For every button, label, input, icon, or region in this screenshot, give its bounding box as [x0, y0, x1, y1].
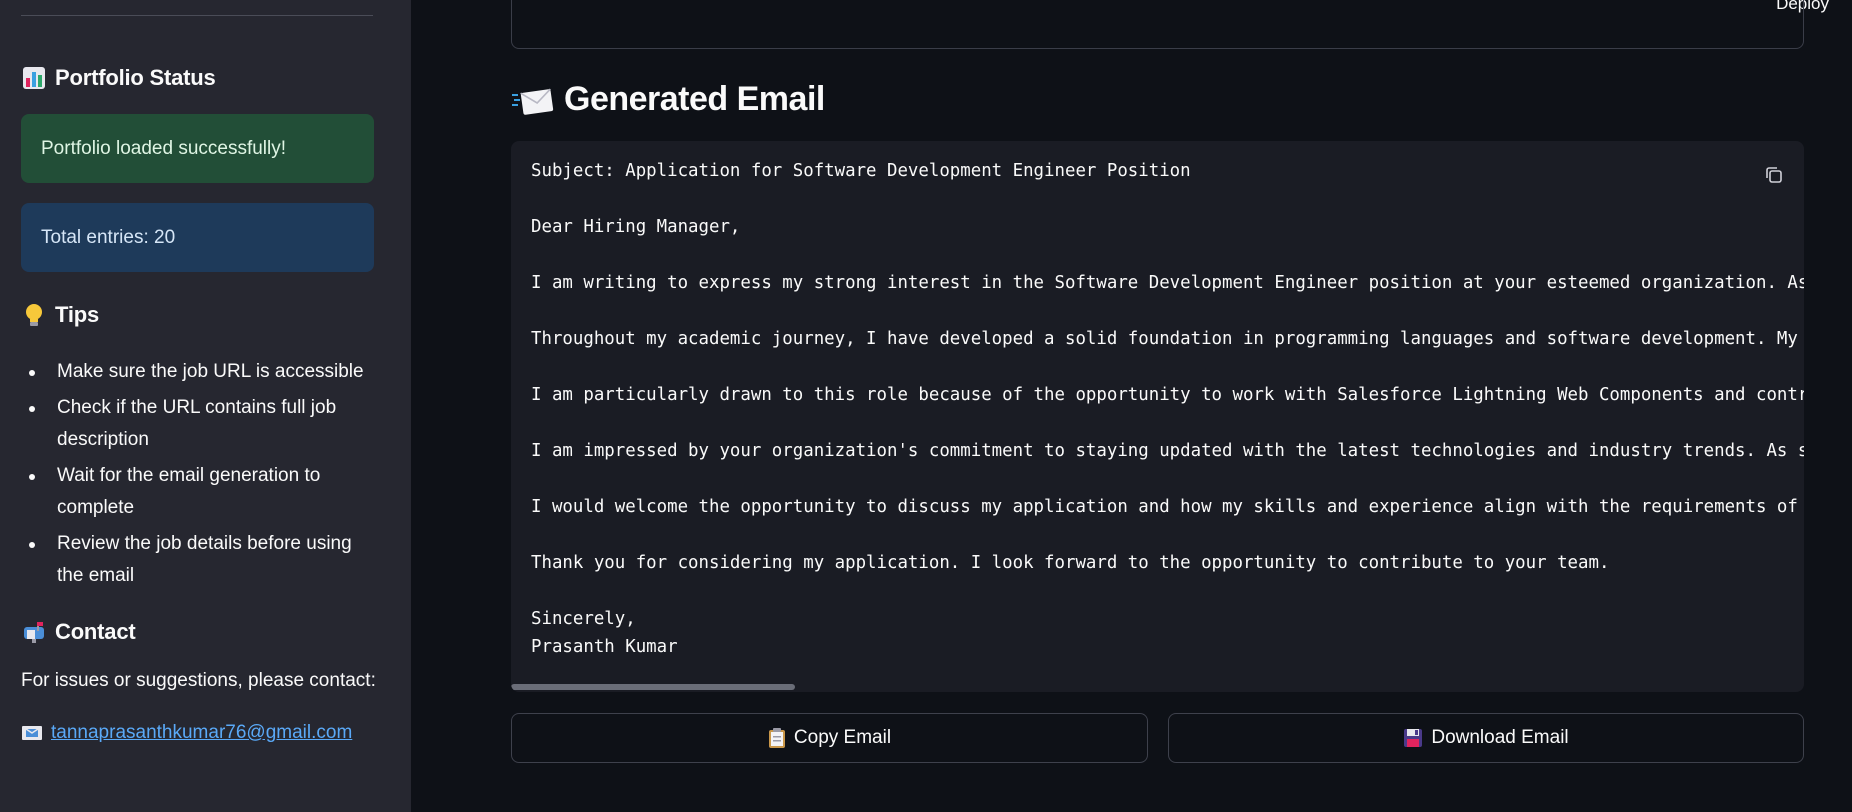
tips-heading: Tips: [21, 302, 99, 328]
total-entries: Total entries: 20: [41, 226, 176, 248]
email-code-block[interactable]: Subject: Application for Software Develo…: [511, 141, 1804, 692]
sidebar-divider: [21, 15, 373, 16]
portfolio-status-label: Portfolio Status: [55, 65, 216, 90]
info-alert: Total entries: 20: [21, 203, 374, 272]
contact-email-row: tannaprasanthkumar76@gmail.com: [21, 722, 352, 744]
contact-heading: Contact: [21, 619, 136, 645]
tips-list: Make sure the job URL is accessible Chec…: [21, 356, 373, 596]
envelope-icon: [22, 726, 42, 740]
section-title: Generated Email: [512, 80, 825, 119]
contact-text: For issues or suggestions, please contac…: [21, 670, 376, 691]
tip-item: Wait for the email generation to complet…: [29, 460, 373, 524]
email-text: Subject: Application for Software Develo…: [531, 161, 1804, 657]
contact-email-link[interactable]: tannaprasanthkumar76@gmail.com: [51, 722, 352, 744]
copy-email-button[interactable]: Copy Email: [511, 713, 1148, 763]
horizontal-scrollbar[interactable]: [511, 684, 795, 690]
tip-item: Make sure the job URL is accessible: [29, 356, 373, 388]
success-alert: Portfolio loaded successfully!: [21, 114, 374, 183]
bar-chart-icon: [21, 65, 47, 91]
download-email-label: Download Email: [1431, 727, 1569, 748]
tips-label: Tips: [55, 302, 100, 327]
sidebar: Portfolio Status Portfolio loaded succes…: [0, 0, 411, 812]
copy-email-label: Copy Email: [793, 727, 892, 748]
download-email-button[interactable]: Download Email: [1168, 713, 1804, 763]
portfolio-status-heading: Portfolio Status: [21, 65, 216, 91]
copy-icon[interactable]: [1764, 165, 1784, 185]
floppy-disk-icon: [1403, 728, 1423, 748]
previous-output-box: [511, 0, 1804, 49]
success-message: Portfolio loaded successfully!: [41, 137, 287, 159]
contact-label: Contact: [55, 619, 136, 644]
mailbox-icon: [21, 619, 47, 645]
tip-item: Check if the URL contains full job descr…: [29, 392, 373, 456]
clipboard-icon: [768, 727, 786, 749]
section-title-text: Generated Email: [564, 80, 825, 118]
incoming-envelope-icon: [512, 87, 554, 115]
tip-item: Review the job details before using the …: [29, 528, 373, 592]
lightbulb-icon: [21, 302, 47, 328]
